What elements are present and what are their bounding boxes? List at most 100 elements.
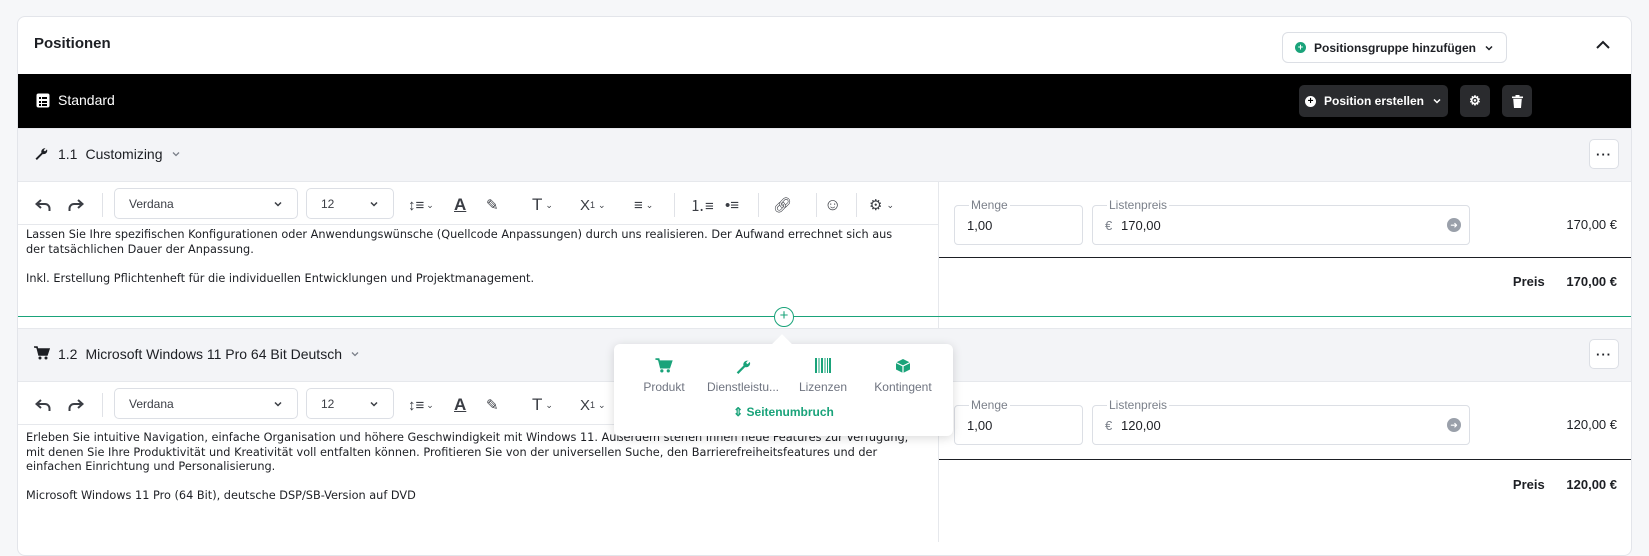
- collapse-chevron-icon[interactable]: [1595, 37, 1611, 53]
- add-group-button[interactable]: + Positionsgruppe hinzufügen: [1282, 32, 1507, 63]
- position-number: 1.1: [58, 146, 78, 162]
- delete-group-button[interactable]: [1502, 85, 1532, 117]
- list-price-label: Listenpreis: [1107, 398, 1170, 412]
- quantity-field[interactable]: Menge 1,00: [954, 198, 1083, 245]
- font-size-value: 12: [321, 196, 335, 211]
- arrow-right-icon[interactable]: ➜: [1447, 418, 1461, 432]
- list-price-value: 120,00: [1121, 418, 1161, 433]
- settings-gear-icon[interactable]: ⚙ ⌄: [869, 190, 894, 220]
- font-family-value: Verdana: [129, 196, 174, 211]
- redo-icon[interactable]: [68, 190, 84, 220]
- font-family-select[interactable]: Verdana: [114, 388, 298, 419]
- plus-circle-icon: +: [1304, 95, 1316, 107]
- position-header[interactable]: 1.1 Customizing ···: [18, 128, 1631, 182]
- position-description[interactable]: Erleben Sie intuitive Navigation, einfac…: [26, 431, 926, 504]
- create-position-button[interactable]: + Position erstellen: [1299, 85, 1448, 117]
- add-quota-option[interactable]: Kontingent: [863, 358, 943, 394]
- bullet-list-icon[interactable]: •≡: [725, 190, 739, 220]
- group-bar: Standard + Position erstellen ⚙: [18, 74, 1631, 128]
- highlighter-icon[interactable]: ✎: [486, 190, 499, 220]
- option-label: Kontingent: [874, 380, 932, 394]
- text-format-icon[interactable]: T ⌄: [532, 190, 553, 220]
- quantity-value: 1,00: [967, 218, 993, 233]
- list-icon: [36, 93, 50, 108]
- barcode-icon: [783, 358, 863, 380]
- quantity-field[interactable]: Menge 1,00: [954, 398, 1083, 445]
- divider: [758, 193, 759, 217]
- option-label: Lizenzen: [798, 380, 848, 394]
- subscript-icon[interactable]: X 1 ⌄: [580, 390, 606, 420]
- undo-icon[interactable]: [35, 390, 51, 420]
- description-line: mit denen Sie Ihre Produktivität und Kre…: [26, 445, 878, 459]
- highlighter-icon[interactable]: ✎: [486, 390, 499, 420]
- list-price-label: Listenpreis: [1107, 198, 1170, 212]
- page-title: Positionen: [34, 35, 111, 52]
- quantity-label: Menge: [969, 398, 1010, 412]
- line-total: 170,00 €: [1566, 217, 1617, 232]
- undo-icon[interactable]: [35, 190, 51, 220]
- cart-icon: [624, 358, 704, 380]
- add-product-option[interactable]: Produkt: [624, 358, 704, 394]
- page-break-icon: ⇕: [733, 405, 744, 419]
- price-row: Preis 120,00 €: [1513, 477, 1617, 492]
- wrench-icon: [703, 358, 783, 380]
- add-item-button[interactable]: +: [774, 307, 794, 327]
- page-break-label: Seitenumbruch: [746, 405, 834, 419]
- chevron-down-icon[interactable]: [171, 149, 181, 159]
- wrench-icon: [34, 146, 48, 165]
- price-row: Preis 170,00 €: [1513, 274, 1617, 289]
- plus-circle-icon: +: [1295, 42, 1306, 53]
- font-family-select[interactable]: Verdana: [114, 188, 298, 219]
- create-position-label: Position erstellen: [1323, 94, 1425, 108]
- font-color-icon[interactable]: A: [454, 190, 466, 220]
- position-title: 1.1 Customizing: [58, 146, 181, 162]
- line-total: 120,00 €: [1566, 417, 1617, 432]
- add-license-option[interactable]: Lizenzen: [783, 358, 863, 394]
- description-line: Inkl. Erstellung Pflichtenheft für die i…: [26, 271, 535, 285]
- line-height-icon[interactable]: ↕≡ ⌄: [408, 390, 434, 420]
- font-family-value: Verdana: [129, 396, 174, 411]
- add-service-option[interactable]: Dienstleistu...: [703, 358, 783, 394]
- chevron-down-icon: [370, 201, 378, 207]
- font-size-select[interactable]: 12: [306, 188, 394, 219]
- chevron-down-icon: [274, 401, 282, 407]
- font-size-value: 12: [321, 396, 335, 411]
- font-color-icon[interactable]: A: [454, 390, 466, 420]
- position-title: 1.2 Microsoft Windows 11 Pro 64 Bit Deut…: [58, 346, 360, 362]
- quantity-label: Menge: [969, 198, 1010, 212]
- text-format-icon[interactable]: T ⌄: [532, 390, 553, 420]
- ordered-list-icon[interactable]: ⒈≡: [690, 190, 714, 220]
- subscript-icon[interactable]: X 1 ⌄: [580, 190, 606, 220]
- description-line: [26, 257, 926, 272]
- position-name: Microsoft Windows 11 Pro 64 Bit Deutsch: [85, 346, 342, 362]
- option-label: Dienstleistu...: [706, 380, 780, 394]
- emoji-icon[interactable]: ☺: [824, 190, 841, 220]
- line-height-icon[interactable]: ↕≡ ⌄: [408, 190, 434, 220]
- gear-icon: ⚙: [1469, 93, 1481, 108]
- link-icon[interactable]: 🔗︎: [773, 190, 792, 220]
- add-item-popover: Produkt Dienstleistu... Lizenzen Konting…: [614, 334, 953, 436]
- divider: [102, 393, 103, 417]
- position-description[interactable]: Lassen Sie Ihre spezifischen Konfigurati…: [26, 228, 926, 286]
- box-icon: [863, 358, 943, 380]
- list-price-field[interactable]: Listenpreis € 120,00 ➜: [1092, 398, 1470, 445]
- price-label: Preis: [1512, 274, 1545, 289]
- redo-icon[interactable]: [68, 390, 84, 420]
- font-size-select[interactable]: 12: [306, 388, 394, 419]
- description-line: [26, 475, 926, 490]
- more-options-button[interactable]: ···: [1589, 339, 1619, 369]
- list-price-field[interactable]: Listenpreis € 170,00 ➜: [1092, 198, 1470, 245]
- chevron-down-icon[interactable]: [350, 349, 360, 359]
- group-title: Standard: [58, 92, 115, 108]
- divider: [856, 193, 857, 217]
- list-price-value: 170,00: [1121, 218, 1161, 233]
- quantity-value: 1,00: [967, 418, 993, 433]
- price-value: 170,00 €: [1566, 274, 1617, 289]
- group-settings-button[interactable]: ⚙: [1460, 85, 1490, 117]
- page-break-option[interactable]: ⇕ Seitenumbruch: [614, 405, 953, 419]
- more-options-button[interactable]: ···: [1589, 139, 1619, 169]
- arrow-right-icon[interactable]: ➜: [1447, 218, 1461, 232]
- divider: [939, 459, 1631, 460]
- positions-card: Positionen + Positionsgruppe hinzufügen …: [17, 16, 1632, 556]
- align-icon[interactable]: ≡ ⌄: [634, 190, 653, 220]
